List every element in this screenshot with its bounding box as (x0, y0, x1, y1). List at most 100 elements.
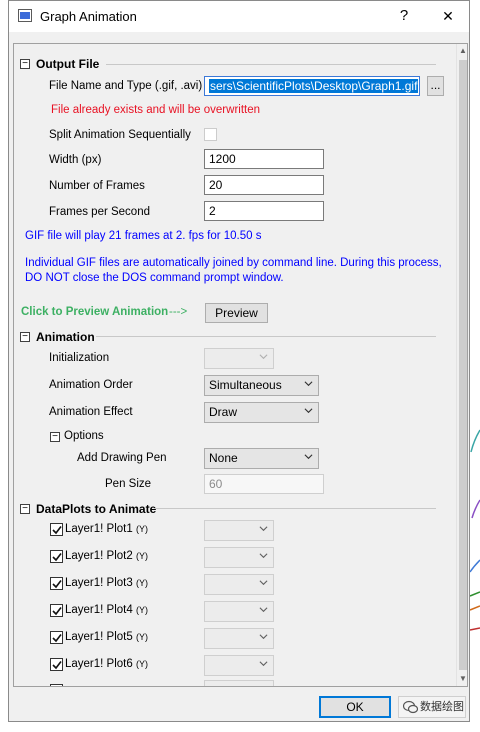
width-input[interactable]: 1200 (204, 149, 324, 169)
plot-name: Layer1! Plot3 (65, 577, 133, 589)
vertical-scrollbar[interactable]: ▲ ▼ (456, 44, 467, 686)
plot-checkbox[interactable] (50, 523, 63, 536)
plot-checkbox-partial[interactable] (50, 684, 63, 686)
pen-size-label: Pen Size (105, 478, 152, 490)
initialization-label: Initialization (49, 352, 110, 364)
fps-input[interactable]: 2 (204, 201, 324, 221)
close-icon[interactable]: ✕ (437, 5, 459, 27)
preview-hint: Click to Preview Animation (21, 306, 169, 318)
collapse-icon[interactable]: − (20, 504, 30, 514)
split-checkbox[interactable] (204, 128, 217, 141)
chevron-down-icon (259, 607, 268, 613)
fps-label: Frames per Second (49, 206, 150, 218)
plot-suffix: (Y) (135, 551, 148, 561)
plot-suffix: (Y) (135, 632, 148, 642)
plot-combo[interactable] (204, 601, 274, 622)
plot-combo[interactable] (204, 547, 274, 568)
initialization-combo[interactable] (204, 348, 274, 369)
frames-label: Number of Frames (49, 180, 145, 192)
scroll-down-icon[interactable]: ▼ (457, 672, 467, 686)
watermark-text: 数据绘图 (420, 701, 464, 713)
collapse-icon[interactable]: − (50, 432, 60, 442)
dialog-title: Graph Animation (40, 9, 137, 24)
plot-suffix: (Y) (135, 578, 148, 588)
plot-label: Layer1! Plot2 (Y) (65, 550, 148, 562)
settings-panel: − Output File File Name and Type (.gif, … (13, 43, 468, 687)
plot-label: Layer1! Plot4 (Y) (65, 604, 148, 616)
order-combo[interactable]: Simultaneous (204, 375, 319, 396)
plot-combo[interactable] (204, 520, 274, 541)
frames-input[interactable]: 20 (204, 175, 324, 195)
chevron-down-icon (259, 526, 268, 532)
plot-combo[interactable] (204, 628, 274, 649)
plot-suffix: (Y) (135, 605, 148, 615)
app-icon (18, 9, 32, 22)
scrollbar-thumb[interactable] (459, 60, 467, 670)
title-bar: Graph Animation ? ✕ (9, 1, 469, 32)
file-name-input[interactable]: sers\ScientificPlots\Desktop\Graph1.gif (204, 76, 420, 96)
plot-name: Layer1! Plot6 (65, 658, 133, 670)
plot-label: Layer1! Plot6 (Y) (65, 658, 148, 670)
plot-combo-partial[interactable] (204, 680, 274, 686)
preview-button[interactable]: Preview (205, 303, 268, 323)
checkmark-icon (52, 553, 62, 562)
plot-checkbox[interactable] (50, 577, 63, 590)
effect-combo[interactable]: Draw (204, 402, 319, 423)
plot-label: Layer1! Plot3 (Y) (65, 577, 148, 589)
animation-header: Animation (36, 330, 95, 344)
plot-checkbox[interactable] (50, 550, 63, 563)
chevron-down-icon (259, 553, 268, 559)
checkmark-icon (52, 526, 62, 535)
gif-info-text: GIF file will play 21 frames at 2. fps f… (25, 230, 262, 242)
plot-checkbox[interactable] (50, 631, 63, 644)
order-label: Animation Order (49, 379, 133, 391)
chevron-down-icon (304, 408, 313, 414)
pen-combo[interactable]: None (204, 448, 319, 469)
join-info-text: Individual GIF files are automatically j… (25, 257, 442, 284)
plot-name: Layer1! Plot4 (65, 604, 133, 616)
output-file-header: Output File (36, 57, 100, 71)
chevron-down-icon (259, 634, 268, 640)
collapse-icon[interactable]: − (20, 332, 30, 342)
plot-checkbox[interactable] (50, 604, 63, 617)
plot-combo[interactable] (204, 574, 274, 595)
plot-checkbox[interactable] (50, 658, 63, 671)
plot-name: Layer1! Plot2 (65, 550, 133, 562)
collapse-icon[interactable]: − (20, 59, 30, 69)
checkmark-icon (52, 580, 62, 589)
plot-combo[interactable] (204, 655, 274, 676)
plot-label: Layer1! Plot1 (Y) (65, 523, 148, 535)
scroll-up-icon[interactable]: ▲ (457, 44, 467, 58)
chevron-down-icon (304, 381, 313, 387)
pen-size-input[interactable]: 60 (204, 474, 324, 494)
options-header: Options (64, 430, 104, 442)
section-divider (154, 508, 436, 509)
section-divider (96, 336, 436, 337)
file-name-label: File Name and Type (.gif, .avi) (49, 80, 203, 92)
plot-label: Layer1! Plot5 (Y) (65, 631, 148, 643)
checkmark-icon (52, 607, 62, 616)
checkmark-icon (52, 634, 62, 643)
cancel-button-overlay[interactable]: 数据绘图 (398, 696, 466, 718)
plot-name: Layer1! Plot5 (65, 631, 133, 643)
chevron-down-icon (259, 354, 268, 360)
chevron-down-icon (259, 580, 268, 586)
pen-label: Add Drawing Pen (77, 452, 167, 464)
split-label: Split Animation Sequentially (49, 129, 191, 141)
ok-button[interactable]: OK (319, 696, 391, 718)
dataplots-header: DataPlots to Animate (36, 502, 157, 516)
browse-button[interactable]: ... (427, 76, 444, 96)
overwrite-warning: File already exists and will be overwrit… (51, 104, 261, 116)
graph-animation-dialog: Graph Animation ? ✕ − Output File File N… (8, 0, 470, 722)
effect-label: Animation Effect (49, 406, 133, 418)
plot-name: Layer1! Plot1 (65, 523, 133, 535)
plot-suffix: (Y) (135, 524, 148, 534)
preview-arrow: ---> (169, 306, 188, 318)
chevron-down-icon (304, 454, 313, 460)
section-divider (106, 64, 436, 65)
chevron-down-icon (259, 661, 268, 667)
help-icon[interactable]: ? (393, 5, 415, 27)
wechat-icon (403, 700, 418, 714)
checkmark-icon (52, 661, 62, 670)
plot-suffix: (Y) (135, 659, 148, 669)
